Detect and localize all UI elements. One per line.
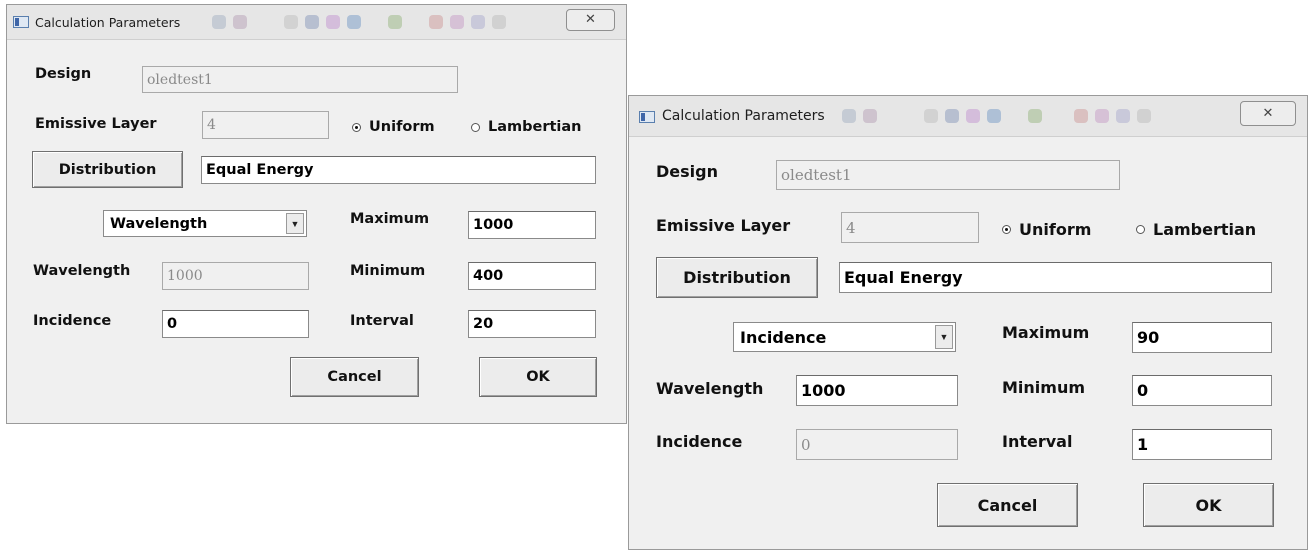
interval-label: Interval [1002, 432, 1073, 451]
radio-uniform[interactable]: Uniform [352, 119, 435, 135]
incidence-label: Incidence [33, 313, 112, 329]
incidence-field: 0 [796, 429, 958, 460]
close-button[interactable]: ✕ [566, 9, 615, 31]
title-bar[interactable]: Calculation Parameters ✕ [7, 5, 626, 40]
window-title: Calculation Parameters [662, 108, 825, 124]
radio-unselected-icon [1136, 225, 1145, 234]
interval-label: Interval [350, 313, 414, 329]
app-window-icon [13, 16, 29, 28]
wavelength-label: Wavelength [656, 379, 764, 398]
close-button[interactable]: ✕ [1240, 101, 1296, 126]
minimum-field[interactable]: 400 [468, 262, 596, 290]
chevron-down-icon[interactable]: ▼ [935, 325, 953, 349]
blurred-toolbar-icons [212, 15, 506, 29]
design-label: Design [35, 66, 92, 82]
maximum-label: Maximum [1002, 323, 1090, 342]
design-field: oledtest1 [142, 66, 458, 93]
minimum-label: Minimum [1002, 378, 1086, 397]
mode-select[interactable]: Wavelength ▼ [103, 210, 307, 237]
radio-lambertian[interactable]: Lambertian [1136, 220, 1256, 239]
emissive-layer-field: 4 [202, 111, 329, 139]
minimum-label: Minimum [350, 263, 426, 279]
distribution-button[interactable]: Distribution [656, 257, 818, 298]
ok-button[interactable]: OK [479, 357, 597, 397]
incidence-label: Incidence [656, 432, 743, 451]
cancel-button[interactable]: Cancel [937, 483, 1078, 527]
radio-lambertian[interactable]: Lambertian [471, 119, 582, 135]
blurred-toolbar-icons [842, 109, 1151, 123]
radio-lambertian-label: Lambertian [488, 119, 582, 135]
wavelength-field[interactable]: 1000 [796, 375, 958, 406]
close-icon: ✕ [1262, 106, 1274, 121]
minimum-field[interactable]: 0 [1132, 375, 1272, 406]
wavelength-field: 1000 [162, 262, 309, 290]
window-title: Calculation Parameters [35, 15, 181, 30]
radio-selected-icon [352, 122, 361, 132]
chevron-down-icon[interactable]: ▼ [286, 213, 304, 234]
maximum-field[interactable]: 90 [1132, 322, 1272, 353]
radio-lambertian-label: Lambertian [1153, 220, 1257, 239]
design-label: Design [656, 162, 718, 181]
title-bar[interactable]: Calculation Parameters ✕ [629, 96, 1307, 137]
radio-uniform-label: Uniform [1019, 220, 1092, 239]
distribution-button[interactable]: Distribution [32, 151, 183, 188]
radio-uniform-label: Uniform [369, 119, 435, 135]
wavelength-label: Wavelength [33, 263, 131, 279]
radio-uniform[interactable]: Uniform [1002, 220, 1091, 239]
incidence-field[interactable]: 0 [162, 310, 309, 338]
radio-unselected-icon [471, 122, 480, 132]
ok-button[interactable]: OK [1143, 483, 1274, 527]
design-field: oledtest1 [776, 160, 1120, 190]
close-icon: ✕ [585, 12, 596, 27]
emissive-layer-label: Emissive Layer [656, 216, 791, 235]
distribution-field[interactable]: Equal Energy [201, 156, 596, 184]
mode-select-value: Wavelength [110, 215, 208, 232]
mode-select[interactable]: Incidence ▼ [733, 322, 956, 352]
app-window-icon [639, 111, 655, 123]
mode-select-value: Incidence [740, 327, 827, 347]
maximum-field[interactable]: 1000 [468, 211, 596, 239]
emissive-layer-field: 4 [841, 212, 979, 243]
maximum-label: Maximum [350, 211, 430, 227]
calc-params-dialog-wavelength: Calculation Parameters ✕ Design oledtest… [6, 4, 627, 424]
cancel-button[interactable]: Cancel [290, 357, 419, 397]
interval-field[interactable]: 1 [1132, 429, 1272, 460]
distribution-field[interactable]: Equal Energy [839, 262, 1272, 293]
interval-field[interactable]: 20 [468, 310, 596, 338]
calc-params-dialog-incidence: Calculation Parameters ✕ Design oledtest… [628, 95, 1308, 550]
emissive-layer-label: Emissive Layer [35, 116, 157, 132]
radio-selected-icon [1002, 225, 1011, 234]
